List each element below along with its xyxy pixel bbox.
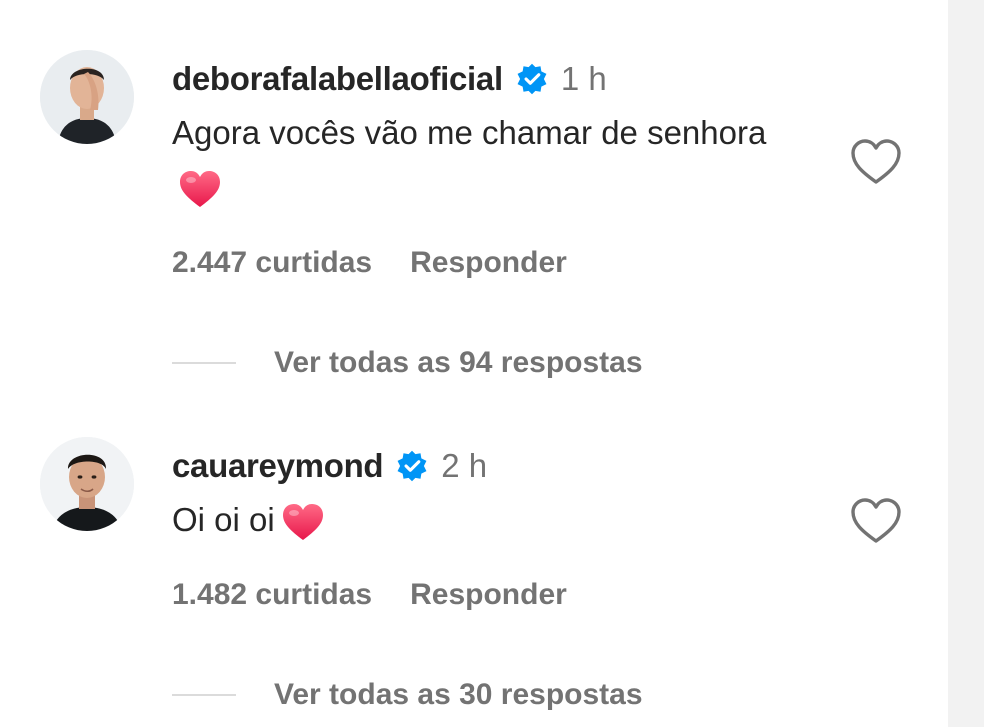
comment-body: Agora vocês vão me chamar de senhora (172, 114, 767, 151)
comment-actions: 1.482 curtidas Responder (172, 578, 567, 612)
divider-line (172, 694, 236, 696)
comment-text: Oi oi oi (172, 493, 812, 547)
avatar[interactable] (40, 437, 134, 531)
comment-body: Oi oi oi (172, 501, 275, 538)
comment-item: cauareymond 2 h Oi oi oi 1.482 curtidas … (0, 400, 948, 727)
comment-actions: 2.447 curtidas Responder (172, 246, 567, 280)
divider-line (172, 362, 236, 364)
avatar-image (40, 50, 134, 144)
comment-item: deborafalabellaoficial 1 h Agora vocês v… (0, 0, 948, 400)
view-replies-button[interactable]: Ver todas as 30 respostas (172, 678, 643, 712)
verified-badge-icon (517, 63, 547, 95)
comment-header: deborafalabellaoficial 1 h (172, 59, 607, 99)
reply-button[interactable]: Responder (410, 578, 567, 612)
like-heart-icon[interactable] (850, 497, 902, 545)
comment-text: Agora vocês vão me chamar de senhora (172, 106, 812, 214)
view-replies-button[interactable]: Ver todas as 94 respostas (172, 346, 643, 380)
likes-count[interactable]: 2.447 curtidas (172, 246, 372, 280)
scroll-gutter (948, 0, 984, 727)
likes-count[interactable]: 1.482 curtidas (172, 578, 372, 612)
comment-header: cauareymond 2 h (172, 446, 487, 486)
heart-emoji-icon (282, 504, 323, 541)
comment-username[interactable]: cauareymond (172, 447, 384, 485)
comment-timestamp[interactable]: 1 h (561, 60, 607, 98)
view-replies-label: Ver todas as 30 respostas (274, 678, 643, 711)
view-replies-label: Ver todas as 94 respostas (274, 346, 643, 379)
reply-button[interactable]: Responder (410, 246, 567, 280)
comment-username[interactable]: deborafalabellaoficial (172, 60, 503, 98)
avatar-image (40, 437, 134, 531)
verified-badge-icon (397, 450, 427, 482)
avatar[interactable] (40, 50, 134, 144)
like-heart-icon[interactable] (850, 138, 902, 186)
comment-timestamp[interactable]: 2 h (441, 447, 487, 485)
heart-emoji-icon (180, 171, 220, 208)
